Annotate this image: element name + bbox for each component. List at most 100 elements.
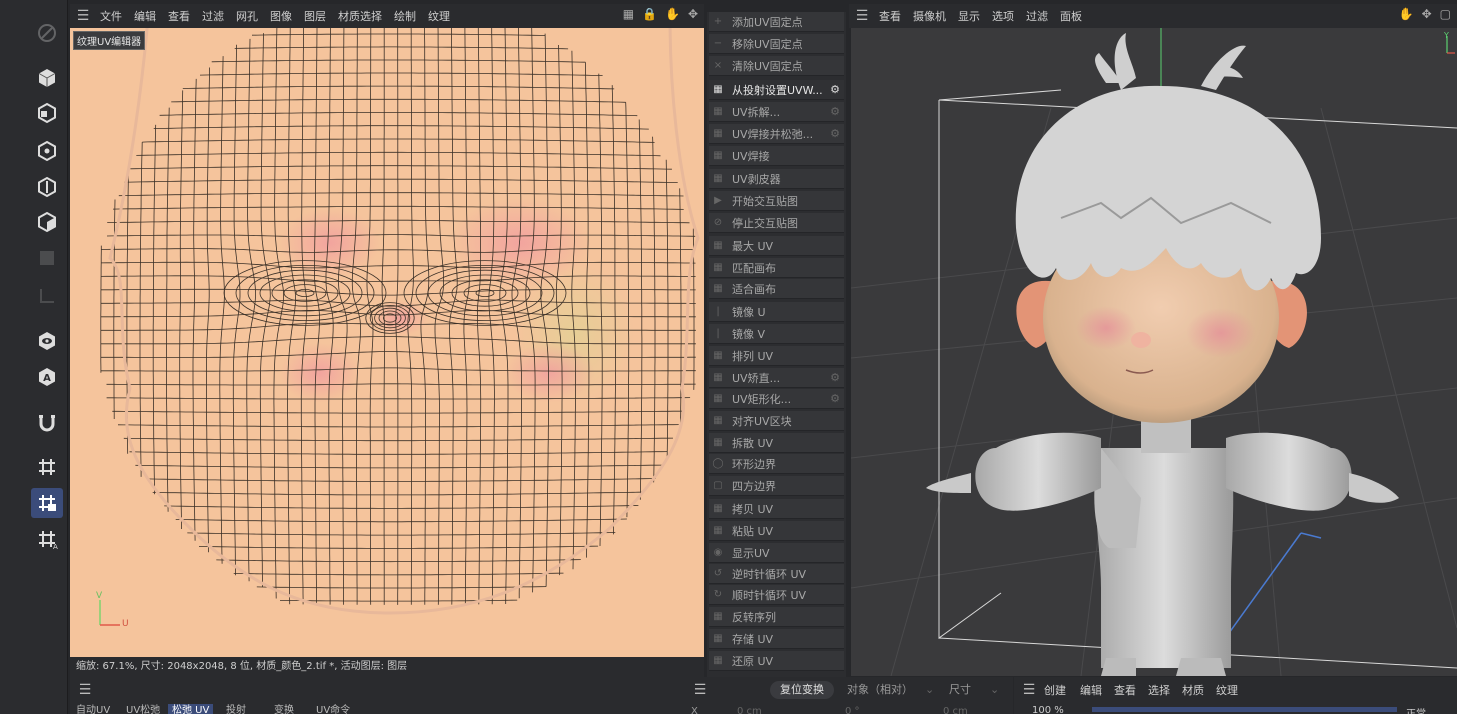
uv-menu-material-select[interactable]: 材质选择 [332,8,388,24]
gear-icon[interactable]: ⚙ [830,371,840,384]
gear-icon[interactable]: ⚙ [830,83,840,96]
uv-command-button[interactable]: ↺ 逆时针循环 UV [709,564,844,584]
uv-menu-edit[interactable]: 编辑 [128,8,162,24]
uv-command-button[interactable]: ▦ 粘贴 UV [709,521,844,541]
uv-command-button[interactable]: ◉ 显示UV [709,543,844,563]
blend-mode-dropdown[interactable]: 正常 [1406,705,1426,714]
zoom-slider[interactable] [1092,707,1397,712]
lock-icon[interactable]: 🔒 [642,7,657,21]
uv-command-button[interactable]: + 添加UV固定点 [709,12,844,32]
material-menu-select[interactable]: 选择 [1142,682,1176,698]
uv-bottom-hamburger-icon[interactable]: ☰ [74,679,96,701]
vp-menu-display[interactable]: 显示 [952,8,986,24]
uv-command-button[interactable]: ▦ UV焊接 [709,146,844,166]
tab-uv-commands[interactable]: UV命令 [312,704,354,714]
zoom-level[interactable]: 100 % [1032,705,1064,714]
material-menu-material[interactable]: 材质 [1176,682,1210,698]
gear-icon[interactable]: ⚙ [830,127,840,140]
model-mode-icon[interactable] [31,63,63,93]
uv-command-button[interactable]: ↻ 顺时针循环 UV [709,585,844,605]
points-mode-icon[interactable] [31,136,63,166]
vp-menu-view[interactable]: 查看 [873,8,907,24]
uv-command-button[interactable]: ▦ 还原 UV [709,651,844,671]
uv-command-button[interactable]: ▦ UV拆解... ⚙ [709,102,844,122]
edges-mode-icon[interactable] [31,172,63,202]
material-menu-view[interactable]: 查看 [1108,682,1142,698]
x-position-field[interactable]: 0 cm [737,703,762,714]
uv-menu-image[interactable]: 图像 [264,8,298,24]
uv-command-button[interactable]: × 清除UV固定点 [709,56,844,76]
magnet-snap-icon[interactable] [31,408,63,438]
uv-menu-file[interactable]: 文件 [94,8,128,24]
material-menu-edit[interactable]: 编辑 [1074,682,1108,698]
polygons-mode-icon[interactable] [31,207,63,237]
tab-transform[interactable]: 变换 [270,704,298,714]
size-field[interactable]: 0 cm [943,703,968,714]
pan-hand-icon[interactable]: ✋ [1399,7,1414,21]
uv-command-button[interactable]: ⊘ 停止交互贴图 [709,213,844,233]
uv-command-button[interactable]: ▦ 排列 UV [709,346,844,366]
uv-command-button[interactable]: ▦ 适合画布 [709,279,844,299]
uv-points-icon[interactable] [31,243,63,273]
material-menu-create[interactable]: 创建 [1038,682,1072,698]
size-dropdown-chevron-icon[interactable]: ⌄ [990,681,999,699]
tab-uv-relax[interactable]: UV松弛 [122,704,164,714]
rotation-field[interactable]: 0 ° [845,703,860,714]
vp-menu-camera[interactable]: 摄像机 [907,8,952,24]
material-hamburger-icon[interactable]: ☰ [1018,679,1040,701]
histogram-icon[interactable]: ▦ [623,7,634,21]
uv-canvas[interactable]: 纹理UV编辑器 V U [70,28,704,657]
pan-hand-icon[interactable]: ✋ [665,7,680,21]
uv-command-button[interactable]: ▦ UV矩形化... ⚙ [709,389,844,409]
object-relative-dropdown[interactable]: 对象（相对） [847,681,913,699]
uv-command-button[interactable]: ▦ 拆散 UV [709,433,844,453]
uv-command-button[interactable]: ◯ 环形边界 [709,454,844,474]
uv-command-button[interactable]: ▦ 拷贝 UV [709,499,844,519]
uv-menu-layer[interactable]: 图层 [298,8,332,24]
grid-axis-icon[interactable]: A [31,524,63,554]
uv-command-button[interactable]: ▦ 存储 UV [709,629,844,649]
tab-projection[interactable]: 投射 [222,704,250,714]
3d-viewport[interactable]: Y [851,28,1457,676]
tab-auto-uv[interactable]: 自动UV [72,704,114,714]
uv-polygons-icon[interactable] [31,281,63,311]
coords-hamburger-icon[interactable]: ☰ [689,679,711,701]
uv-command-button[interactable]: ▢ 四方边界 [709,476,844,496]
uv-command-button[interactable]: ▦ UV焊接并松弛... ⚙ [709,124,844,144]
viewport-menu-hamburger-icon[interactable]: ☰ [851,5,873,27]
character-model[interactable] [926,33,1399,676]
expand-icon[interactable]: ▢ [1440,7,1451,21]
uv-command-button[interactable]: − 移除UV固定点 [709,34,844,54]
uv-command-button[interactable]: | 镜像 V [709,324,844,344]
uv-command-button[interactable]: ▶ 开始交互贴图 [709,191,844,211]
uv-menu-view[interactable]: 查看 [162,8,196,24]
vp-menu-filter[interactable]: 过滤 [1020,8,1054,24]
texture-mode-icon[interactable] [31,98,63,128]
uv-command-button[interactable]: ▦ 从投射设置UVW... ⚙ [709,80,844,100]
uv-command-button[interactable]: ▦ 最大 UV [709,236,844,256]
move-arrows-icon[interactable]: ✥ [1422,7,1432,21]
uv-menu-texture[interactable]: 纹理 [422,8,456,24]
uv-command-button[interactable]: ▦ UV矫直... ⚙ [709,368,844,388]
object-dropdown-chevron-icon[interactable]: ⌄ [925,681,934,699]
vp-menu-options[interactable]: 选项 [986,8,1020,24]
uv-command-button[interactable]: ▦ 对齐UV区块 [709,411,844,431]
navigate-icon[interactable]: ✥ [688,7,698,21]
uv-menu-hamburger-icon[interactable]: ☰ [72,5,94,27]
axis-mode-icon[interactable]: A [31,362,63,392]
reset-transform-button[interactable]: 复位变换 [770,681,834,699]
solo-view-icon[interactable] [31,326,63,356]
tab-relax-uv-active[interactable]: 松弛 UV [168,704,214,714]
gear-icon[interactable]: ⚙ [830,392,840,405]
size-dropdown[interactable]: 尺寸 [949,681,971,699]
live-selection-icon[interactable] [31,18,63,48]
uv-command-button[interactable]: ▦ 反转序列 [709,607,844,627]
vp-menu-panel[interactable]: 面板 [1054,8,1088,24]
grid-lock-icon[interactable] [31,488,63,518]
uv-command-button[interactable]: | 镜像 U [709,302,844,322]
uv-menu-paint[interactable]: 绘制 [388,8,422,24]
uv-command-button[interactable]: ▦ 匹配画布 [709,258,844,278]
uv-command-button[interactable]: ▦ UV剥皮器 [709,169,844,189]
uv-menu-mesh[interactable]: 网孔 [230,8,264,24]
gear-icon[interactable]: ⚙ [830,105,840,118]
